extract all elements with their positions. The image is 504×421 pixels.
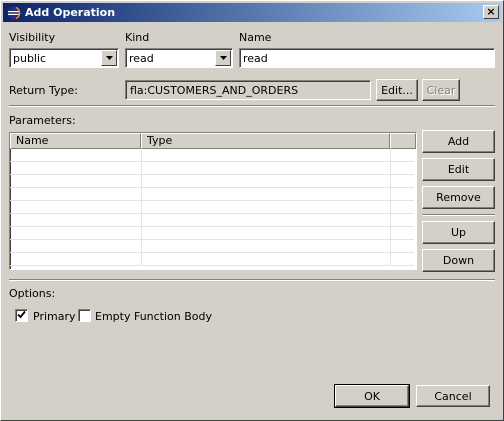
visibility-combo[interactable]: public	[9, 48, 119, 68]
column-header-type[interactable]: Type	[141, 133, 390, 149]
column-header-name[interactable]: Name	[10, 133, 141, 149]
empty-function-body-label[interactable]: Empty Function Body	[95, 310, 212, 323]
edit-parameter-button[interactable]: Edit	[422, 158, 495, 181]
table-row[interactable]	[10, 162, 414, 175]
primary-checkbox[interactable]	[15, 309, 28, 322]
table-row[interactable]	[10, 214, 414, 227]
move-up-button[interactable]: Up	[422, 221, 495, 244]
clear-return-type-button[interactable]: Clear	[422, 79, 460, 101]
close-button[interactable]: ×	[483, 5, 499, 19]
table-row[interactable]	[10, 201, 414, 214]
chevron-down-icon[interactable]	[101, 50, 117, 66]
ok-button[interactable]: OK	[334, 384, 410, 408]
kind-value: read	[129, 52, 154, 65]
cancel-button[interactable]: Cancel	[416, 385, 490, 407]
edit-return-type-button[interactable]: Edit...	[376, 79, 418, 101]
add-operation-dialog: Add Operation × Visibility public Kind r…	[0, 0, 504, 421]
checkmark-icon	[17, 309, 26, 322]
table-row[interactable]	[10, 253, 414, 266]
visibility-label: Visibility	[9, 31, 56, 44]
kind-label: Kind	[125, 31, 150, 44]
parameters-label: Parameters:	[9, 114, 76, 127]
separator	[9, 105, 495, 107]
return-type-label: Return Type:	[9, 84, 78, 97]
table-row[interactable]	[10, 149, 414, 162]
kind-combo[interactable]: read	[125, 48, 233, 68]
options-label: Options:	[9, 287, 56, 300]
table-row[interactable]	[10, 175, 414, 188]
table-row[interactable]	[10, 188, 414, 201]
table-row[interactable]	[10, 240, 414, 253]
column-header-filler	[390, 133, 416, 149]
parameters-table[interactable]: Name Type	[9, 132, 417, 270]
name-input[interactable]: read	[239, 48, 495, 68]
name-value: read	[243, 52, 268, 65]
add-parameter-button[interactable]: Add	[422, 130, 495, 153]
eclipse-icon	[6, 5, 22, 21]
return-type-value: fla:CUSTOMERS_AND_ORDERS	[130, 84, 299, 97]
chevron-down-icon[interactable]	[215, 50, 231, 66]
window-title: Add Operation	[25, 6, 116, 19]
empty-function-body-checkbox[interactable]	[78, 309, 91, 322]
remove-parameter-button[interactable]: Remove	[422, 186, 495, 209]
primary-label[interactable]: Primary	[33, 310, 76, 323]
return-type-field: fla:CUSTOMERS_AND_ORDERS	[125, 80, 371, 100]
name-label: Name	[239, 31, 272, 44]
close-icon: ×	[486, 5, 496, 18]
move-down-button[interactable]: Down	[422, 249, 495, 272]
separator	[422, 214, 495, 216]
table-row[interactable]	[10, 227, 414, 240]
title-bar[interactable]: Add Operation ×	[3, 3, 501, 22]
separator	[9, 279, 495, 281]
visibility-value: public	[13, 52, 47, 65]
